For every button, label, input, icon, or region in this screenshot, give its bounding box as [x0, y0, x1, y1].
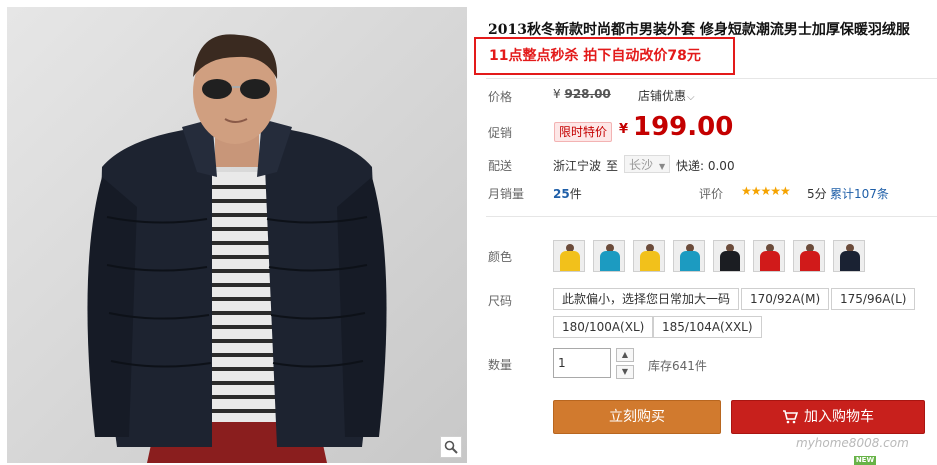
size-label: 尺码: [488, 294, 513, 308]
jacket-thumbnail: [640, 251, 660, 271]
size-option[interactable]: 此款偏小，选择您日常加大一码: [553, 288, 740, 310]
limited-time-badge: 限时特价: [554, 122, 613, 142]
size-option-m[interactable]: 170/92A(M): [741, 288, 830, 310]
destination-city: 长沙: [629, 158, 654, 172]
divider: [486, 216, 937, 217]
currency-symbol: ¥: [619, 122, 629, 137]
sale-price: 199.00: [633, 112, 734, 142]
size-option-xl[interactable]: 180/100A(XL): [553, 316, 654, 338]
monthly-sales-count: 25: [553, 187, 570, 201]
color-swatch-red[interactable]: [793, 240, 825, 272]
rating-score: 5分: [807, 187, 827, 201]
caret-down-icon: ▼: [659, 162, 666, 171]
color-swatch-yellow[interactable]: [633, 240, 665, 272]
jacket-thumbnail: [600, 251, 620, 271]
color-swatch-teal[interactable]: [593, 240, 625, 272]
jacket-thumbnail: [560, 251, 580, 271]
color-swatch-teal[interactable]: [673, 240, 705, 272]
quantity-label: 数量: [488, 358, 513, 372]
divider: [486, 78, 937, 79]
product-detail-panel: 2013秋冬新款时尚都市男装外套 修身短款潮流男士加厚保暖羽绒服 11点整点秒杀…: [474, 0, 937, 465]
jacket-thumbnail: [680, 251, 700, 271]
shipping-fee: 快递: 0.00: [676, 159, 735, 173]
jacket-thumbnail: [840, 251, 860, 271]
product-image[interactable]: [7, 7, 467, 463]
size-option-xxl[interactable]: 185/104A(XXL): [653, 316, 762, 338]
price-label: 价格: [488, 90, 513, 104]
buy-now-button[interactable]: 立刻购买: [553, 400, 721, 434]
color-swatch-red[interactable]: [753, 240, 785, 272]
rating-label: 评价: [699, 187, 724, 201]
promo-text: 11点整点秒杀 拍下自动改价78元: [489, 48, 701, 64]
ship-to-word: 至: [606, 159, 619, 173]
cart-icon: [783, 410, 798, 424]
chevron-down-icon: ⌵: [687, 92, 695, 103]
add-to-cart-button[interactable]: 加入购物车: [731, 400, 925, 434]
destination-city-select[interactable]: 长沙 ▼: [624, 155, 671, 173]
quantity-decrement-button[interactable]: ▼: [616, 365, 634, 379]
shop-promo-dropdown[interactable]: 店铺优惠⌵: [638, 87, 695, 104]
monthly-sales: 25件: [553, 185, 582, 202]
color-swatch-yellow[interactable]: [553, 240, 585, 272]
currency-symbol: ¥: [553, 87, 561, 101]
promotion-label: 促销: [488, 126, 513, 140]
original-price-value: 928.00: [564, 87, 611, 101]
watermark-text: myhome8008.com: [796, 436, 909, 450]
model-illustration: [7, 7, 467, 463]
shipping-label: 配送: [488, 159, 513, 173]
new-badge: NEW: [854, 456, 876, 465]
monthly-sales-label: 月销量: [488, 187, 525, 201]
shop-promo-label: 店铺优惠: [638, 89, 687, 103]
jacket-thumbnail: [800, 251, 820, 271]
size-option-l[interactable]: 175/96A(L): [831, 288, 916, 310]
product-title: 2013秋冬新款时尚都市男装外套 修身短款潮流男士加厚保暖羽绒服: [488, 22, 910, 38]
color-swatch-navy[interactable]: [833, 240, 865, 272]
original-price: ¥ 928.00: [553, 87, 611, 101]
monthly-sales-unit: 件: [569, 187, 582, 201]
jacket-thumbnail: [760, 251, 780, 271]
color-swatch-black[interactable]: [713, 240, 745, 272]
stock-count: 库存641件: [648, 359, 707, 373]
jacket-thumbnail: [720, 251, 740, 271]
review-count-link[interactable]: 累计107条: [830, 185, 889, 202]
ship-from: 浙江宁波: [553, 159, 602, 173]
rating-stars: ★★★★★: [741, 184, 791, 198]
quantity-increment-button[interactable]: ▲: [616, 348, 634, 362]
add-to-cart-label: 加入购物车: [804, 409, 874, 425]
zoom-button[interactable]: [440, 436, 462, 458]
quantity-input[interactable]: [553, 348, 611, 378]
color-label: 颜色: [488, 250, 513, 264]
magnifier-icon: [444, 440, 458, 454]
